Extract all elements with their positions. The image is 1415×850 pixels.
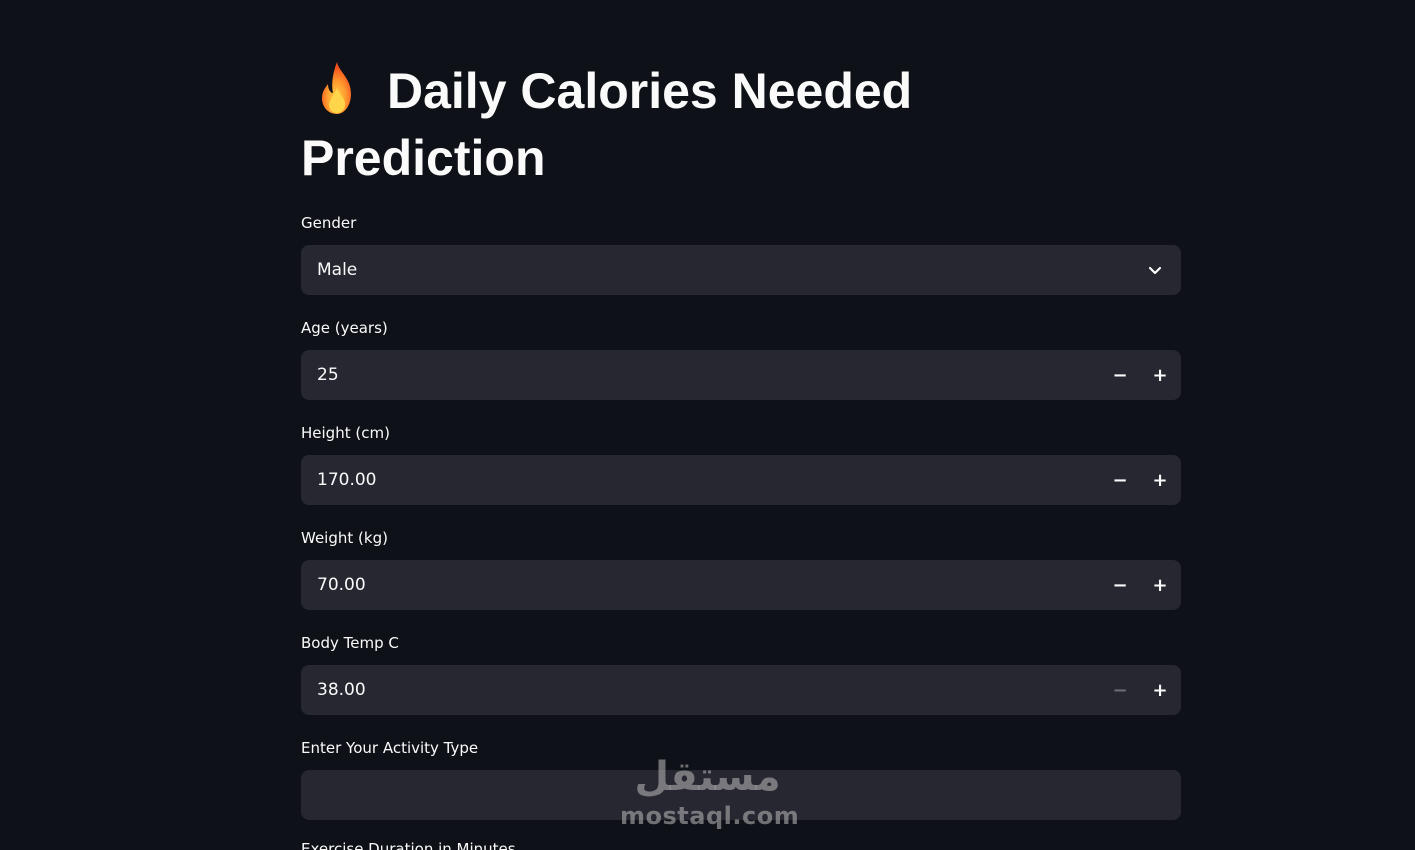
age-decrement-button[interactable]: −: [1100, 350, 1140, 400]
fire-icon: [322, 62, 351, 114]
height-label: Height (cm): [301, 424, 390, 442]
body-temp-input-value: 38.00: [317, 680, 366, 700]
body-temp-increment-button[interactable]: +: [1140, 665, 1180, 715]
height-input[interactable]: 170.00 − +: [301, 455, 1181, 505]
minus-icon: −: [1112, 469, 1128, 491]
watermark-logo: مستقل mostaql.com: [620, 752, 800, 830]
height-input-value: 170.00: [317, 470, 377, 490]
plus-icon: +: [1152, 364, 1168, 386]
plus-icon: +: [1152, 574, 1168, 596]
height-decrement-button[interactable]: −: [1100, 455, 1140, 505]
minus-icon: −: [1112, 574, 1128, 596]
weight-label: Weight (kg): [301, 529, 388, 547]
page-title-text: Daily Calories Needed Prediction: [301, 63, 913, 186]
body-temp-decrement-button[interactable]: −: [1100, 665, 1140, 715]
weight-decrement-button[interactable]: −: [1100, 560, 1140, 610]
age-input-value: 25: [317, 365, 339, 385]
page-title: Daily Calories Needed Prediction: [301, 58, 941, 192]
minus-icon: −: [1112, 679, 1128, 701]
weight-increment-button[interactable]: +: [1140, 560, 1180, 610]
weight-input-value: 70.00: [317, 575, 366, 595]
age-increment-button[interactable]: +: [1140, 350, 1180, 400]
body-temp-label: Body Temp C: [301, 634, 399, 652]
height-increment-button[interactable]: +: [1140, 455, 1180, 505]
plus-icon: +: [1152, 469, 1168, 491]
chevron-down-icon: [1148, 266, 1162, 275]
activity-label: Enter Your Activity Type: [301, 739, 479, 757]
gender-select[interactable]: Male: [301, 245, 1181, 295]
app-root: Daily Calories Needed Prediction Gender …: [0, 0, 1415, 850]
weight-input[interactable]: 70.00 − +: [301, 560, 1181, 610]
watermark-latin: mostaql.com: [620, 802, 800, 830]
age-label: Age (years): [301, 319, 388, 337]
gender-select-value: Male: [317, 260, 358, 280]
duration-label: Exercise Duration in Minutes: [301, 840, 516, 850]
minus-icon: −: [1112, 364, 1128, 386]
plus-icon: +: [1152, 679, 1168, 701]
age-input[interactable]: 25 − +: [301, 350, 1181, 400]
body-temp-input[interactable]: 38.00 − +: [301, 665, 1181, 715]
watermark-arabic: مستقل: [634, 754, 781, 800]
gender-label: Gender: [301, 214, 357, 232]
